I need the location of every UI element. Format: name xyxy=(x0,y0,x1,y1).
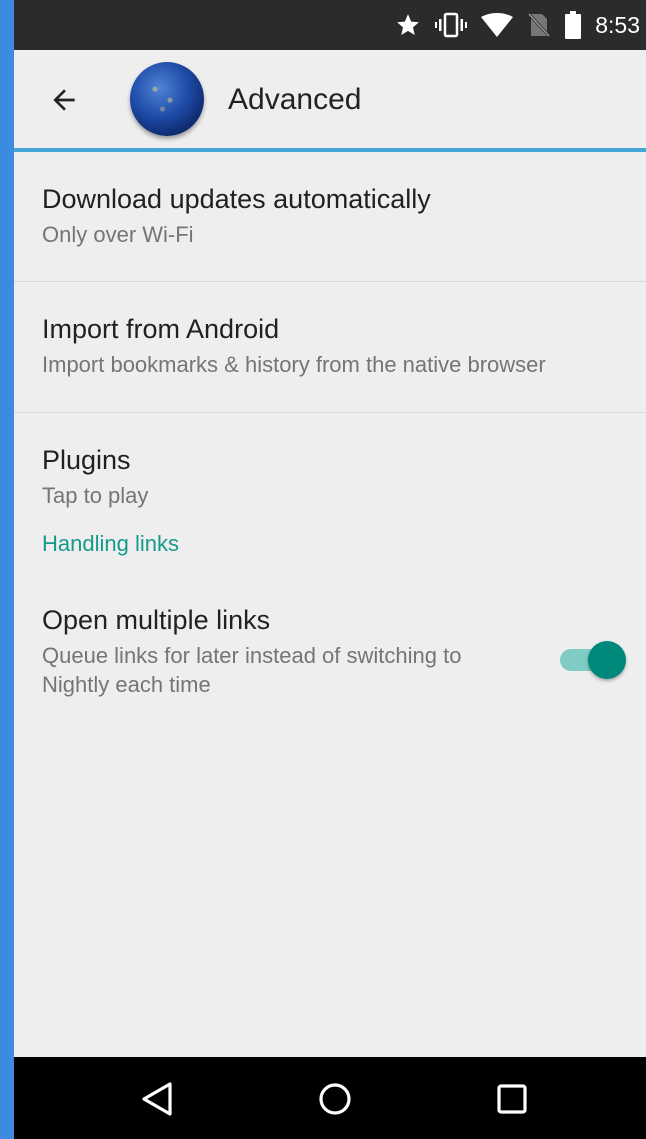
home-circle-icon xyxy=(319,1083,351,1115)
pref-download-updates[interactable]: Download updates automatically Only over… xyxy=(14,152,646,281)
pref-summary: Queue links for later instead of switchi… xyxy=(42,643,462,697)
page-title: Advanced xyxy=(228,83,362,116)
status-bar: 8:53 xyxy=(14,0,646,50)
pref-title: Plugins xyxy=(42,445,131,475)
navigation-bar xyxy=(14,1057,646,1139)
device-screen: 8:53 Advanced Download updates automatic… xyxy=(14,0,646,1139)
wifi-icon xyxy=(481,13,514,37)
nav-recents-button[interactable] xyxy=(491,1078,533,1120)
pref-import-from-android[interactable]: Import from Android Import bookmarks & h… xyxy=(14,282,646,412)
vibrate-icon xyxy=(435,12,468,38)
pref-summary: Only over Wi-Fi xyxy=(42,222,194,247)
status-time: 8:53 xyxy=(595,11,640,38)
recents-square-icon xyxy=(497,1084,527,1114)
back-button[interactable] xyxy=(44,80,84,120)
pref-plugins[interactable]: Plugins Tap to play xyxy=(14,413,646,513)
pref-title: Open multiple links xyxy=(42,605,271,635)
category-handling-links: Handling links xyxy=(42,531,179,556)
pref-open-multiple-links[interactable]: Open multiple links Queue links for late… xyxy=(14,573,646,699)
toolbar: Advanced xyxy=(14,50,646,152)
status-icons: 8:53 xyxy=(381,0,646,50)
preferences-list: Download updates automatically Only over… xyxy=(14,152,646,699)
pref-summary: Import bookmarks & history from the nati… xyxy=(42,352,546,377)
no-sim-icon xyxy=(527,12,552,38)
pref-title: Import from Android xyxy=(42,314,280,344)
pref-title: Download updates automatically xyxy=(42,184,431,214)
star-icon xyxy=(395,12,421,38)
nav-home-button[interactable] xyxy=(314,1078,356,1120)
pref-summary: Tap to play xyxy=(42,483,149,508)
arrow-back-icon xyxy=(53,89,75,111)
app-logo xyxy=(130,62,204,136)
toggle-thumb xyxy=(588,641,626,679)
nav-back-button[interactable] xyxy=(136,1078,178,1120)
back-triangle-icon xyxy=(142,1082,172,1116)
battery-icon xyxy=(565,11,582,39)
open-multiple-links-toggle[interactable] xyxy=(560,641,626,679)
